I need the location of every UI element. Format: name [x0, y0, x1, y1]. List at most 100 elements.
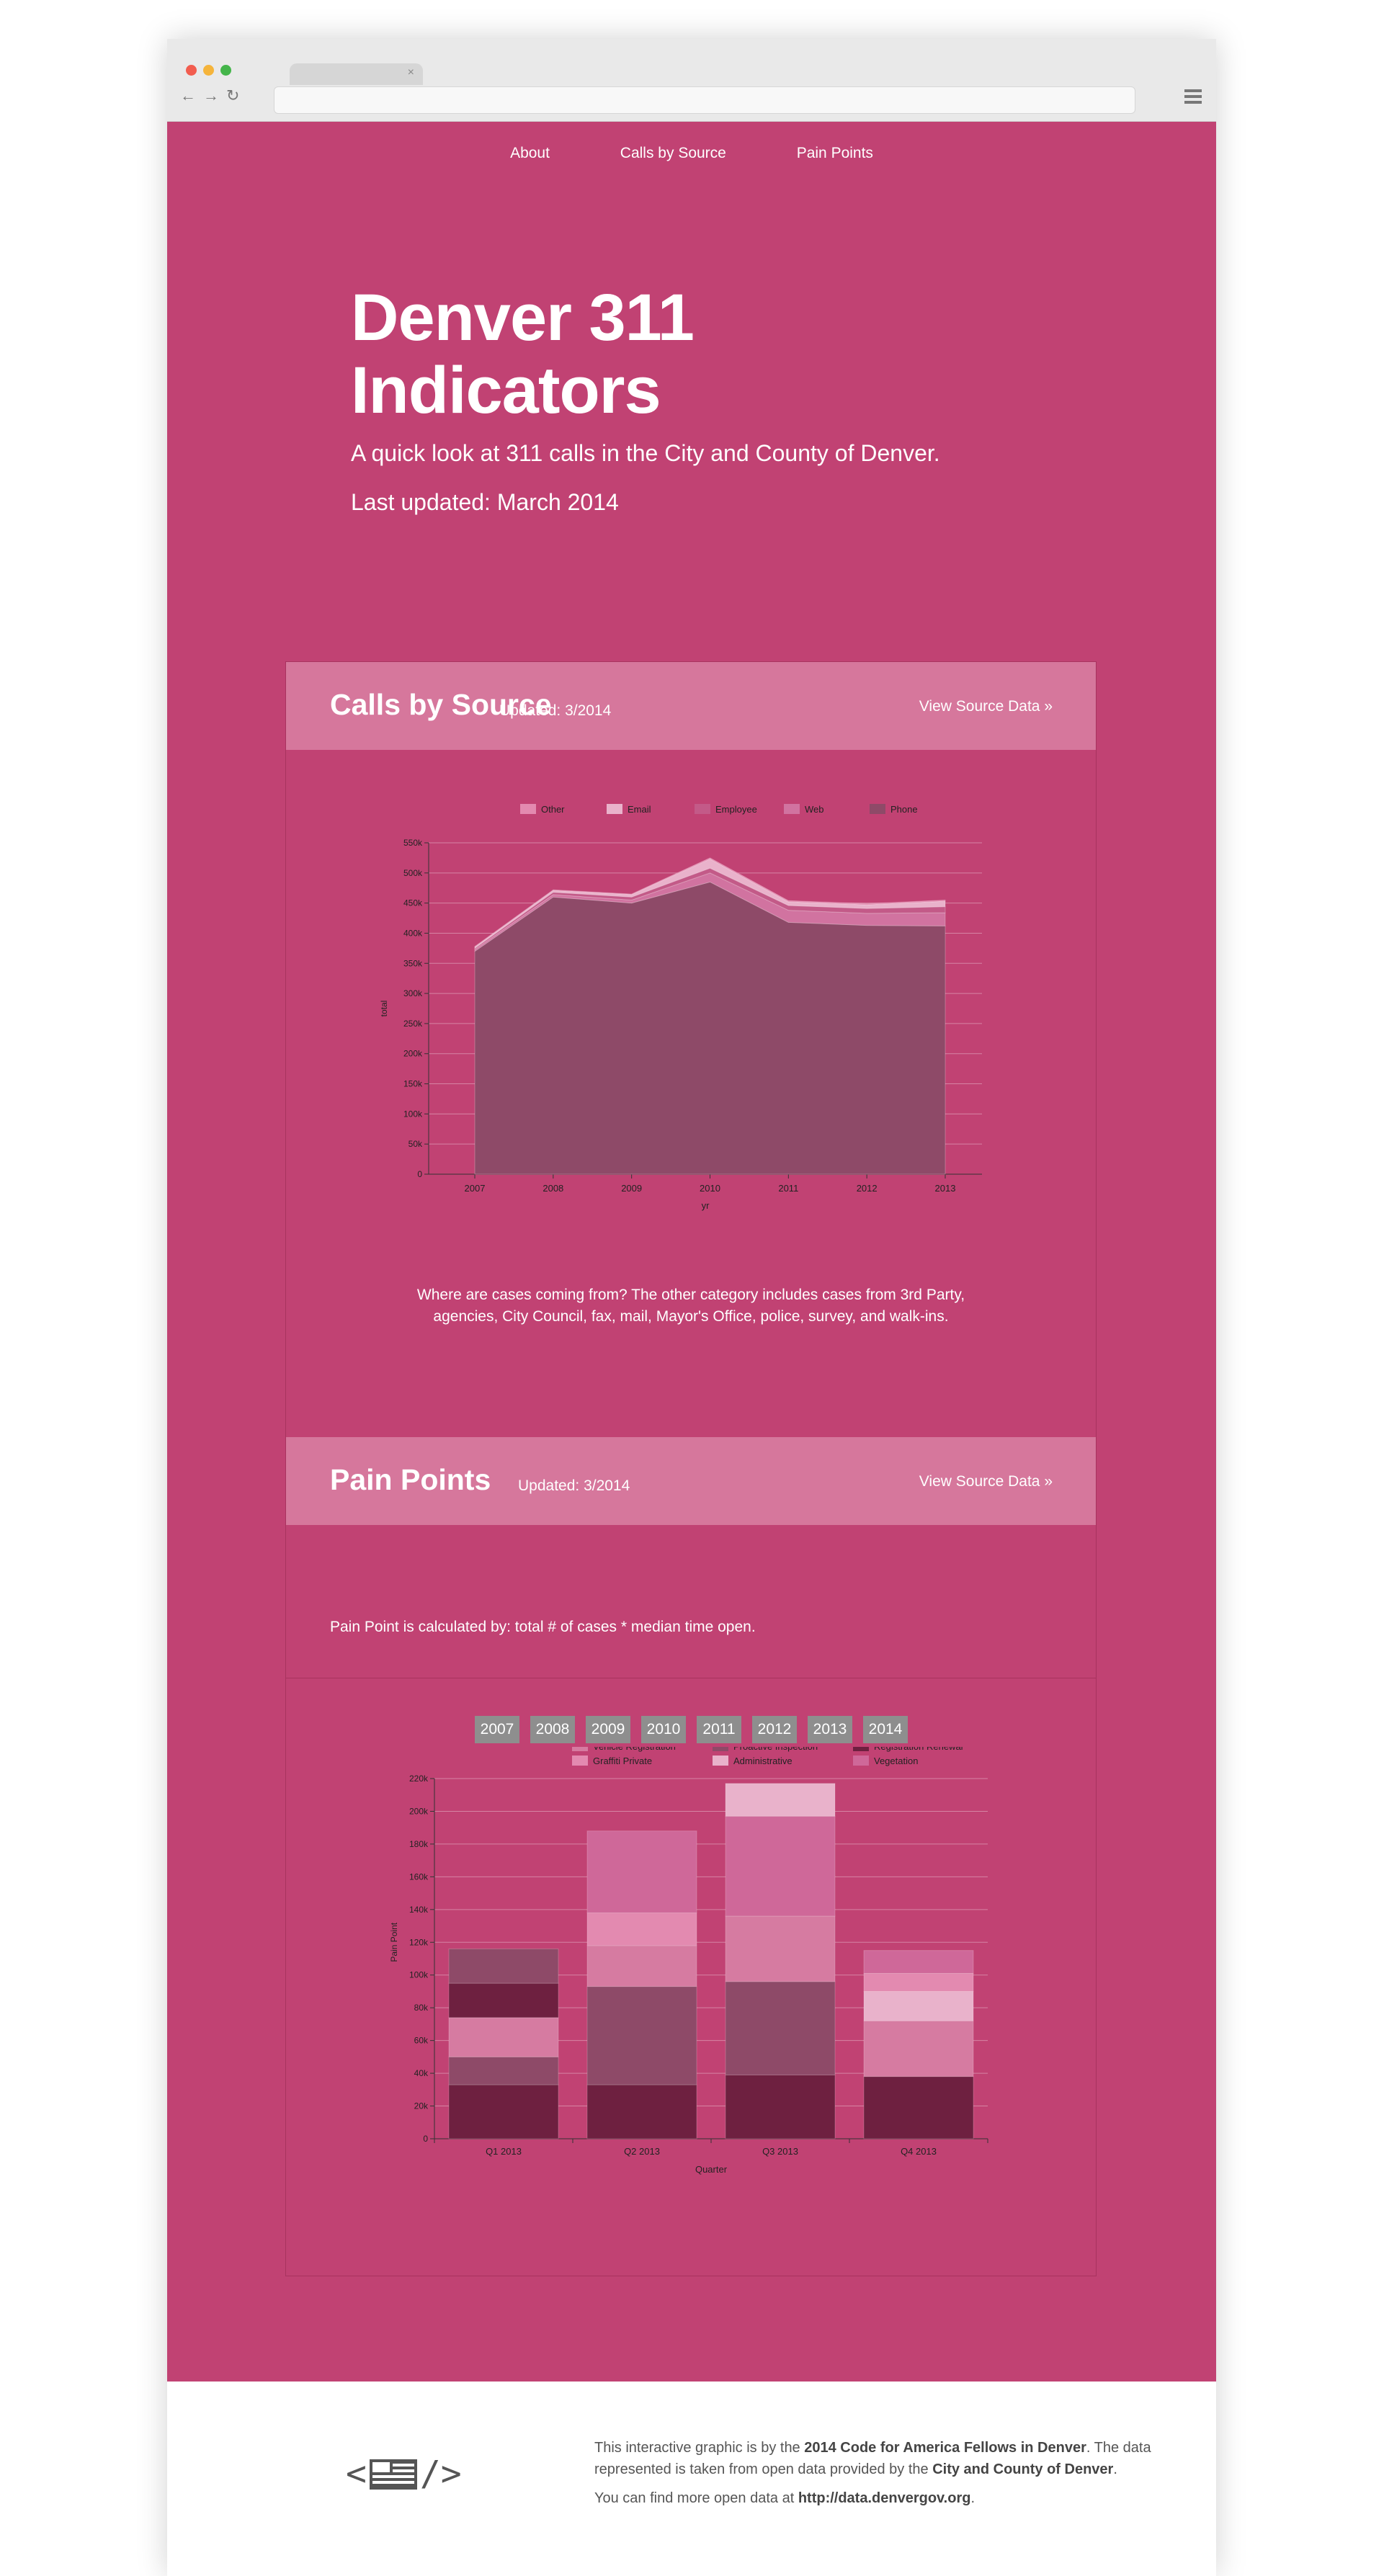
- legend-swatch: [784, 804, 800, 814]
- bar-segment: [448, 2017, 559, 2057]
- legend-label: Vegetation: [874, 1756, 918, 1766]
- area-series-phone: [474, 881, 946, 1175]
- bar-segment: [725, 1783, 836, 1817]
- legend-swatch: [713, 1747, 728, 1751]
- y-axis-label: Pain Point: [389, 1922, 399, 1962]
- browser-tab[interactable]: ×: [290, 63, 423, 85]
- y-tick-label: 0: [417, 1169, 422, 1179]
- y-tick-label: 200k: [409, 1806, 429, 1816]
- y-tick-label: 50k: [408, 1139, 423, 1149]
- year-button-2012[interactable]: 2012: [752, 1716, 797, 1743]
- bar-segment: [586, 2084, 697, 2139]
- year-button-2014[interactable]: 2014: [863, 1716, 908, 1743]
- legend-label: Employee: [715, 804, 757, 815]
- x-tick-label: 2011: [778, 1183, 798, 1194]
- legend-label: Proactive Inspection: [733, 1747, 818, 1752]
- page-subtitle: A quick look at 311 calls in the City an…: [351, 440, 940, 466]
- x-tick-label: Q1 2013: [486, 2146, 522, 2157]
- y-axis-label: total: [379, 1001, 389, 1017]
- hamburger-menu-icon[interactable]: [1184, 89, 1202, 105]
- legend-swatch: [870, 804, 885, 814]
- bar-segment: [448, 2056, 559, 2085]
- x-tick-label: 2007: [465, 1183, 486, 1194]
- bar-segment: [863, 2020, 974, 2078]
- nav-about[interactable]: About: [510, 145, 550, 162]
- chart-caption: Where are cases coming from? The other c…: [416, 1287, 965, 1325]
- browser-nav-buttons: ←→↻: [180, 86, 246, 105]
- x-tick-label: 2008: [543, 1183, 563, 1194]
- y-tick-label: 150k: [403, 1079, 423, 1089]
- bar-segment: [448, 2084, 559, 2139]
- x-tick-label: Q3 2013: [762, 2146, 798, 2157]
- view-source-data-link[interactable]: View Source Data »: [919, 1473, 1053, 1490]
- x-axis-label: yr: [702, 1200, 710, 1211]
- year-button-2011[interactable]: 2011: [697, 1716, 741, 1743]
- y-tick-label: 250k: [403, 1019, 423, 1029]
- x-tick-label: 2013: [935, 1183, 956, 1194]
- y-tick-label: 40k: [414, 2068, 429, 2078]
- address-bar[interactable]: [274, 86, 1135, 114]
- y-tick-label: 0: [423, 2134, 428, 2144]
- y-tick-label: 300k: [403, 988, 423, 998]
- bar-segment: [863, 1990, 974, 2021]
- back-arrow-icon[interactable]: ←: [180, 86, 203, 104]
- year-button-2009[interactable]: 2009: [586, 1716, 630, 1743]
- y-tick-label: 100k: [403, 1109, 423, 1119]
- y-tick-label: 200k: [403, 1049, 423, 1059]
- page-content: About Calls by Source Pain Points Denver…: [167, 122, 1216, 2382]
- bar-segment: [586, 1912, 697, 1946]
- legend-swatch: [572, 1747, 588, 1751]
- legend-swatch: [713, 1756, 728, 1766]
- footer: </> This interactive graphic is by the 2…: [167, 2382, 1216, 2576]
- legend-swatch: [572, 1756, 588, 1766]
- y-tick-label: 220k: [409, 1774, 429, 1784]
- legend-label: Graffiti Private: [593, 1756, 652, 1766]
- year-button-2007[interactable]: 2007: [475, 1716, 519, 1743]
- bar-segment: [863, 2076, 974, 2139]
- browser-window: × ←→↻ About Calls by Source Pain Points …: [167, 39, 1216, 2576]
- legend-label: Administrative: [733, 1756, 793, 1766]
- y-tick-label: 180k: [409, 1839, 429, 1849]
- y-tick-label: 100k: [409, 1970, 429, 1980]
- y-tick-label: 550k: [403, 838, 423, 848]
- last-updated: Last updated: March 2014: [351, 489, 619, 515]
- nav-pain-points[interactable]: Pain Points: [797, 145, 873, 162]
- x-tick-label: Q4 2013: [901, 2146, 937, 2157]
- maximize-window-icon[interactable]: [220, 65, 231, 76]
- bar-segment: [448, 1982, 559, 2018]
- y-tick-label: 450k: [403, 898, 423, 908]
- bar-segment: [725, 2074, 836, 2139]
- browser-chrome: × ←→↻: [167, 39, 1216, 122]
- forward-arrow-icon[interactable]: →: [203, 86, 226, 104]
- legend-swatch: [695, 804, 710, 814]
- year-button-2013[interactable]: 2013: [808, 1716, 852, 1743]
- bar-segment: [863, 1972, 974, 1992]
- y-tick-label: 500k: [403, 868, 423, 878]
- open-data-link[interactable]: http://data.denvergov.org: [798, 2490, 971, 2506]
- panel-header: Calls by Source Updated: 3/2014 View Sou…: [286, 662, 1096, 750]
- x-tick-label: Q2 2013: [624, 2146, 660, 2157]
- footer-credit: This interactive graphic is by the 2014 …: [594, 2440, 1151, 2506]
- bar-segment: [863, 1950, 974, 1974]
- code-for-america-logo: </>: [346, 2454, 462, 2494]
- close-window-icon[interactable]: [186, 65, 197, 76]
- y-tick-label: 140k: [409, 1905, 429, 1915]
- bar-segment: [586, 1945, 697, 1987]
- x-tick-label: 2009: [621, 1183, 642, 1194]
- year-button-2008[interactable]: 2008: [530, 1716, 575, 1743]
- reload-icon[interactable]: ↻: [226, 86, 246, 104]
- nav-calls-by-source[interactable]: Calls by Source: [620, 145, 726, 162]
- bar-segment: [725, 1981, 836, 2075]
- close-tab-icon[interactable]: ×: [408, 66, 414, 79]
- legend-label: Other: [541, 804, 565, 815]
- bar-segment: [586, 1986, 697, 2085]
- minimize-window-icon[interactable]: [203, 65, 214, 76]
- pain-points-chart: 0 20k 40k 60k 80k 100k 120k 140k 160k 180k 200k 220…: [389, 1747, 988, 2175]
- page-title: Denver 311 Indicators: [351, 281, 695, 427]
- year-button-2010[interactable]: 2010: [641, 1716, 686, 1743]
- view-source-data-link[interactable]: View Source Data »: [919, 698, 1053, 715]
- legend-label: Phone: [890, 804, 918, 815]
- legend-label: Vehicle Registration: [593, 1747, 676, 1752]
- panel-title: Pain Points: [330, 1463, 491, 1496]
- x-axis-label: Quarter: [695, 2164, 728, 2175]
